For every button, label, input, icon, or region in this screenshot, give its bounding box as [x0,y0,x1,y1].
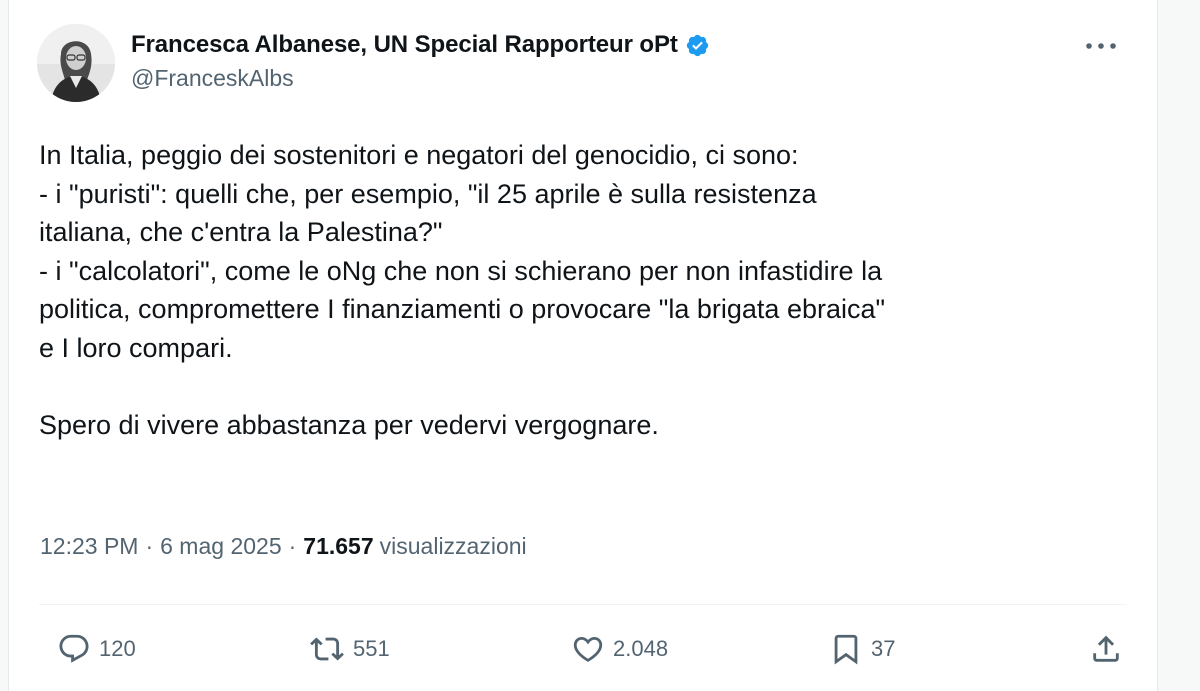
tweet-header: Francesca Albanese, UN Special Rapporteu… [37,22,1137,104]
views-label: visualizzazioni [379,533,527,559]
avatar-photo-icon [37,24,115,102]
meta-separator: · [288,533,297,559]
tweet-line: italiana, che c'entra la Palestina?" [39,217,443,247]
bookmark-icon [834,634,858,665]
reply-icon [59,634,89,663]
more-options-button[interactable] [1083,34,1119,58]
more-dots-icon [1086,43,1116,49]
reply-count: 120 [99,636,136,661]
tweet-line: Spero di vivere abbastanza per vedervi v… [39,409,659,440]
bookmark-count: 37 [871,636,896,661]
tweet-date[interactable]: 6 mag 2025 [160,533,281,560]
tweet-meta: 12:23 PM · 6 mag 2025 · 71.657 visualizz… [40,533,527,560]
tweet-card: Francesca Albanese, UN Special Rapporteu… [8,0,1158,691]
like-count: 2.048 [613,636,669,661]
author-handle[interactable]: @FranceskAlbs [131,65,710,92]
tweet-line: e I loro compari. [39,332,233,363]
author-avatar[interactable] [37,24,115,102]
retweet-count: 551 [353,636,390,661]
tweet-line: - i "puristi": quelli che, per esempio, … [39,178,817,209]
tweet-time[interactable]: 12:23 PM [40,533,138,560]
tweet-line: - i "calcolatori", come le oNg che non s… [39,255,883,286]
bookmark-button[interactable]: 37 [829,632,895,666]
author-info: Francesca Albanese, UN Special Rapporteu… [131,28,710,92]
like-button[interactable]: 2.048 [571,632,668,666]
tweet-line: politica, compromettere I finanziamenti … [39,294,886,324]
views-count: 71.657 [303,533,374,559]
share-button[interactable] [1089,632,1123,666]
author-display-name[interactable]: Francesca Albanese, UN Special Rapporteu… [131,31,678,59]
share-icon [1093,635,1119,662]
divider [39,604,1127,605]
tweet-line: In Italia, peggio dei sostenitori e nega… [39,140,799,170]
meta-separator: · [145,533,154,559]
retweet-icon [310,637,344,661]
heart-icon [573,636,603,662]
action-bar: 120 551 2.048 37 [39,622,1127,682]
verified-badge-icon[interactable] [685,33,710,58]
tweet-text: In Italia, peggio dei sostenitori e nega… [39,136,1129,444]
reply-button[interactable]: 120 [57,632,136,666]
retweet-button[interactable]: 551 [309,632,390,666]
